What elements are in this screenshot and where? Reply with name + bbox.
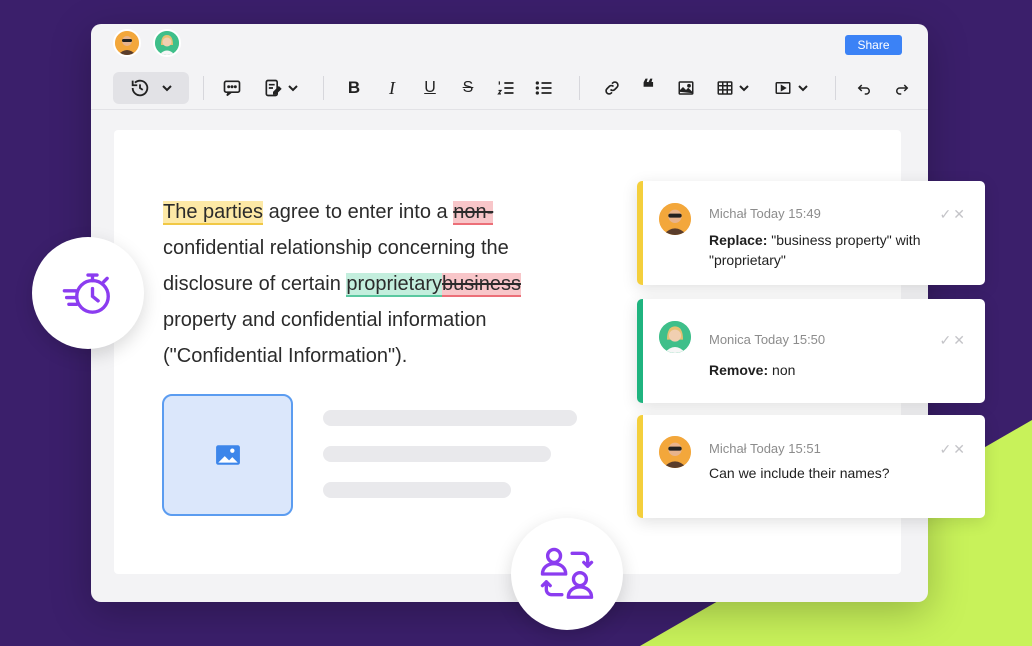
- insert-media-button[interactable]: [769, 73, 813, 103]
- bold-button[interactable]: B: [341, 73, 367, 103]
- reject-icon[interactable]: ✕: [953, 206, 967, 222]
- media-icon: [775, 82, 791, 94]
- accept-icon[interactable]: ✓: [940, 332, 954, 348]
- avatar: [657, 319, 693, 355]
- italic-icon: I: [389, 77, 395, 98]
- comment-actions: ✓✕: [940, 206, 967, 223]
- link-icon: [605, 81, 619, 95]
- numbered-list-button[interactable]: [493, 73, 519, 103]
- suggested-deletion[interactable]: non-: [453, 201, 494, 225]
- stopwatch-bubble: [32, 237, 144, 349]
- redo-icon: [896, 84, 909, 95]
- comment-body: Remove: non: [709, 360, 949, 380]
- comment-actions: ✓✕: [940, 332, 967, 349]
- editor-toolbar: B I U S ❝: [91, 66, 928, 110]
- bulleted-list-button[interactable]: [531, 73, 557, 103]
- text-placeholder-line: [323, 410, 577, 426]
- blockquote-button[interactable]: ❝: [635, 73, 661, 103]
- chevron-down-icon: [798, 85, 808, 92]
- toolbar-divider: [579, 76, 580, 100]
- underline-button[interactable]: U: [417, 73, 443, 103]
- reject-icon[interactable]: ✕: [953, 332, 967, 348]
- image-icon: [215, 445, 240, 465]
- avatar: [657, 201, 693, 237]
- undo-icon: [857, 84, 870, 95]
- title-bar: Share: [91, 24, 928, 62]
- reject-icon[interactable]: ✕: [953, 441, 967, 457]
- paragraph-text: property and confidential information ("…: [163, 309, 487, 367]
- accept-icon[interactable]: ✓: [940, 441, 954, 457]
- strikethrough-icon: S: [462, 79, 474, 96]
- comment-text: non: [768, 362, 796, 378]
- comment-actions: ✓✕: [940, 441, 967, 458]
- italic-button[interactable]: I: [379, 73, 405, 103]
- avatar[interactable]: [113, 29, 141, 57]
- comment-card[interactable]: Monica Today 15:50 ✓✕ Remove: non: [637, 299, 985, 403]
- comment-meta: Michał Today 15:51: [709, 441, 821, 456]
- comment-status-bar: [637, 415, 643, 518]
- track-changes-icon: [265, 79, 282, 97]
- comment-card[interactable]: Michał Today 15:49 ✓✕ Replace: "business…: [637, 181, 985, 285]
- bulleted-list-icon: [535, 81, 552, 95]
- document-paragraph[interactable]: The parties agree to enter into a non- c…: [163, 194, 593, 374]
- commented-text[interactable]: The parties: [163, 201, 264, 225]
- chevron-down-icon: [739, 85, 749, 92]
- chevron-down-icon: [288, 85, 298, 92]
- image-icon: [678, 81, 694, 95]
- comment-body: Can we include their names?: [709, 463, 949, 483]
- users-swap-icon: [540, 547, 594, 599]
- strikethrough-button[interactable]: S: [455, 73, 481, 103]
- insert-table-button[interactable]: [711, 73, 755, 103]
- image-placeholder[interactable]: [162, 394, 293, 516]
- history-dropdown-button[interactable]: [113, 72, 189, 104]
- comment-time: Today 15:51: [749, 441, 821, 456]
- comment-time: Today 15:49: [749, 206, 821, 221]
- quote-icon: ❝: [642, 75, 654, 101]
- users-swap-bubble: [511, 518, 623, 630]
- comment-meta: Michał Today 15:49: [709, 206, 821, 221]
- history-icon: [131, 79, 149, 97]
- comment-status-bar: [637, 181, 643, 285]
- insert-image-button[interactable]: [673, 73, 699, 103]
- stopwatch-icon: [62, 273, 110, 314]
- comment-time: Today 15:50: [754, 332, 826, 347]
- track-changes-button[interactable]: [259, 73, 303, 103]
- text-placeholder-line: [323, 446, 551, 462]
- comment-author: Monica: [709, 332, 751, 347]
- comment-action: Replace:: [709, 232, 768, 248]
- numbered-list-icon: [497, 81, 514, 95]
- table-icon: [717, 81, 733, 95]
- accept-icon[interactable]: ✓: [940, 206, 954, 222]
- underline-icon: U: [424, 79, 436, 96]
- comment-author: Michał: [709, 441, 747, 456]
- toolbar-divider: [835, 76, 836, 100]
- comment-action: Remove:: [709, 362, 769, 378]
- toolbar-divider: [323, 76, 324, 100]
- comment-text: Can we include their names?: [709, 465, 890, 481]
- comment-meta: Monica Today 15:50: [709, 332, 825, 347]
- chevron-down-icon: [162, 85, 172, 92]
- bold-icon: B: [347, 78, 361, 97]
- suggested-deletion[interactable]: business: [442, 273, 521, 297]
- comment-button[interactable]: [219, 73, 245, 103]
- comment-body: Replace: "business property" with "propr…: [709, 230, 949, 270]
- comment-status-bar: [637, 299, 643, 403]
- avatar[interactable]: [153, 29, 181, 57]
- undo-button[interactable]: [851, 73, 877, 103]
- comment-icon: [223, 80, 241, 97]
- toolbar-divider: [203, 76, 204, 100]
- avatar: [657, 434, 693, 470]
- suggested-insertion[interactable]: proprietary: [346, 273, 443, 297]
- link-button[interactable]: [599, 73, 625, 103]
- comment-author: Michał: [709, 206, 747, 221]
- share-button[interactable]: Share: [845, 35, 902, 55]
- paragraph-text: agree to enter into a: [263, 201, 454, 223]
- comment-card[interactable]: Michał Today 15:51 ✓✕ Can we include the…: [637, 415, 985, 518]
- redo-button[interactable]: [889, 73, 915, 103]
- text-placeholder-line: [323, 482, 511, 498]
